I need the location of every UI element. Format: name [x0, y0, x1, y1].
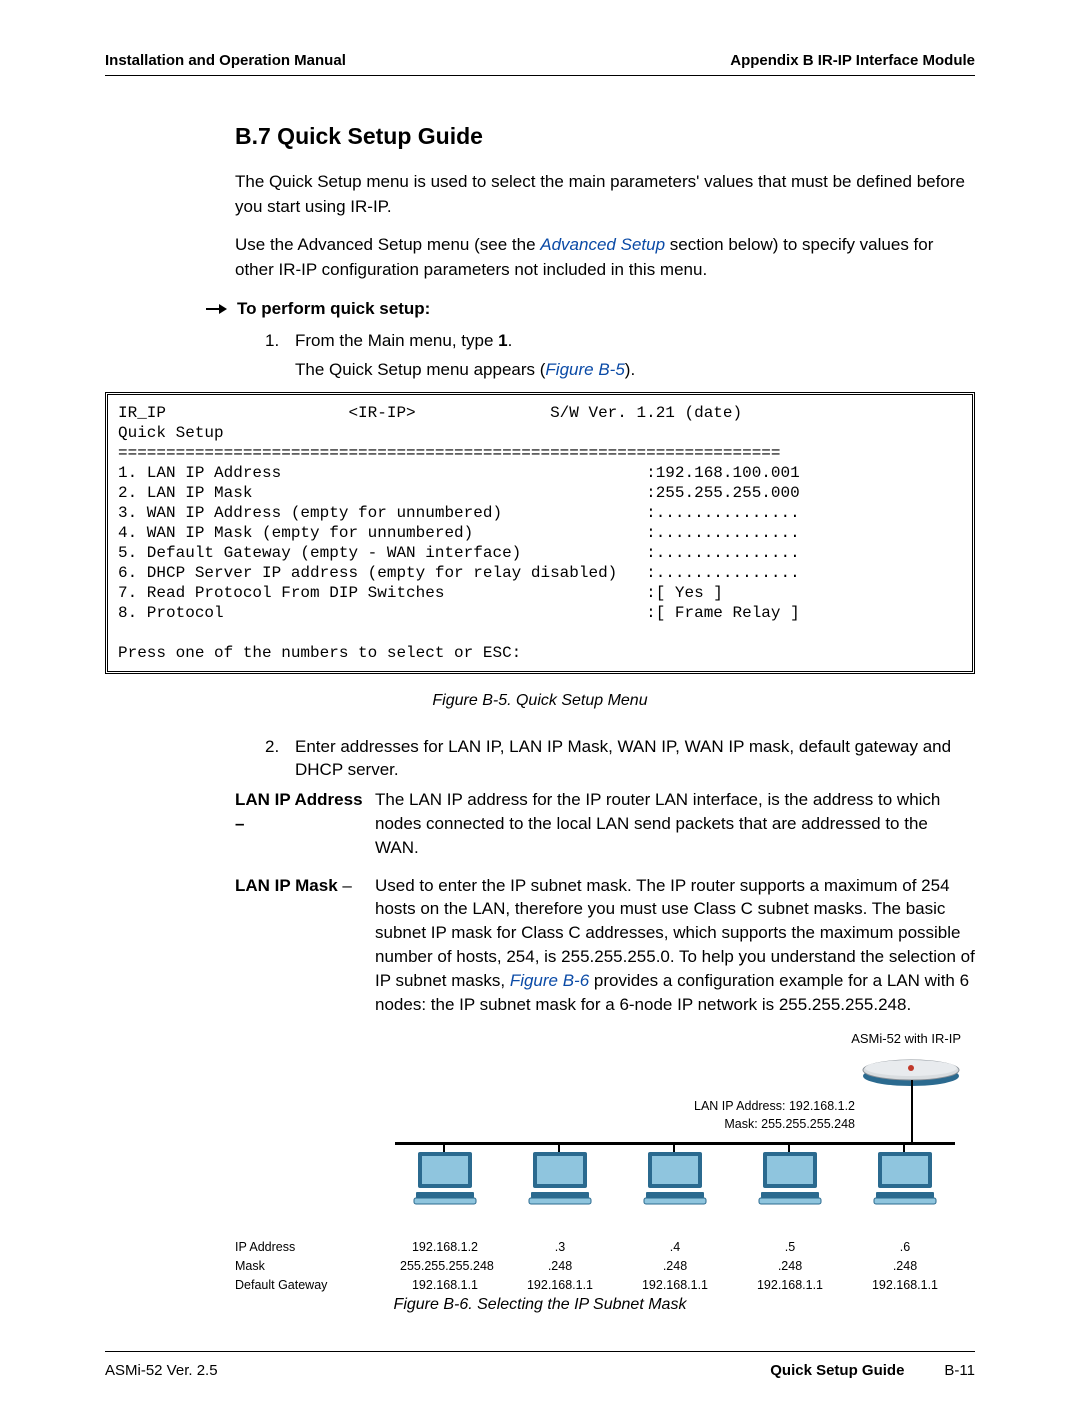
step-number: 2.: [265, 735, 295, 783]
step-1: 1. From the Main menu, type 1.: [265, 329, 975, 353]
computer-node-icon: [640, 1148, 710, 1214]
footer-section: Quick Setup Guide: [770, 1360, 904, 1381]
task-heading: To perform quick setup:: [205, 297, 975, 321]
lan-info-label: LAN IP Address: 192.168.1.2 Mask: 255.25…: [694, 1098, 855, 1133]
computer-node-icon: [755, 1148, 825, 1214]
diagram-node-values: .4.248192.168.1.1: [630, 1238, 720, 1294]
diagram-node-values: .5.248192.168.1.1: [745, 1238, 835, 1294]
page-header: Installation and Operation Manual Append…: [105, 50, 975, 76]
terminal-screenshot: IR_IP <IR-IP> S/W Ver. 1.21 (date) Quick…: [105, 392, 975, 674]
step-2: 2. Enter addresses for LAN IP, LAN IP Ma…: [265, 735, 975, 783]
header-right: Appendix B IR-IP Interface Module: [730, 50, 975, 71]
computer-node-icon: [870, 1148, 940, 1214]
advanced-setup-link[interactable]: Advanced Setup: [540, 235, 665, 254]
figure-b6-link[interactable]: Figure B-6: [510, 971, 589, 990]
computer-node-icon: [525, 1148, 595, 1214]
diagram-node-values: .6.248192.168.1.1: [860, 1238, 950, 1294]
header-left: Installation and Operation Manual: [105, 50, 346, 71]
computer-node-icon: [410, 1148, 480, 1214]
figure-b5-caption: Figure B-5. Quick Setup Menu: [105, 690, 975, 712]
step-1-result: The Quick Setup menu appears (Figure B-5…: [295, 358, 975, 382]
step-number: 1.: [265, 329, 295, 353]
step-text: From the Main menu, type 1.: [295, 329, 512, 353]
diagram-row-headers: IP Address Mask Default Gateway: [235, 1238, 327, 1294]
arrow-right-icon: [205, 302, 227, 316]
step-text: Enter addresses for LAN IP, LAN IP Mask,…: [295, 735, 975, 783]
diagram-node-values: .3.248192.168.1.1: [515, 1238, 605, 1294]
task-label: To perform quick setup:: [237, 297, 430, 321]
intro-para-1: The Quick Setup menu is used to select t…: [235, 170, 975, 219]
network-diagram: ASMi-52 with IR-IP LAN IP Address: 192.1…: [235, 1030, 975, 1280]
figure-b6-caption: Figure B-6. Selecting the IP Subnet Mask: [105, 1294, 975, 1316]
section-title: B.7 Quick Setup Guide: [235, 120, 975, 152]
diagram-node-values: 192.168.1.2255.255.255.248192.168.1.1: [400, 1238, 490, 1294]
page-footer: ASMi-52 Ver. 2.5 Quick Setup Guide B-11: [105, 1351, 975, 1381]
footer-left: ASMi-52 Ver. 2.5: [105, 1360, 218, 1381]
device-label: ASMi-52 with IR-IP: [851, 1030, 961, 1048]
intro-para-2: Use the Advanced Setup menu (see the Adv…: [235, 233, 975, 282]
footer-page: B-11: [944, 1360, 975, 1381]
definition-lan-ip-mask: LAN IP Mask – Used to enter the IP subne…: [235, 874, 975, 1017]
figure-b5-link[interactable]: Figure B-5: [545, 360, 624, 379]
definition-lan-ip-address: LAN IP Address – The LAN IP address for …: [235, 788, 975, 859]
